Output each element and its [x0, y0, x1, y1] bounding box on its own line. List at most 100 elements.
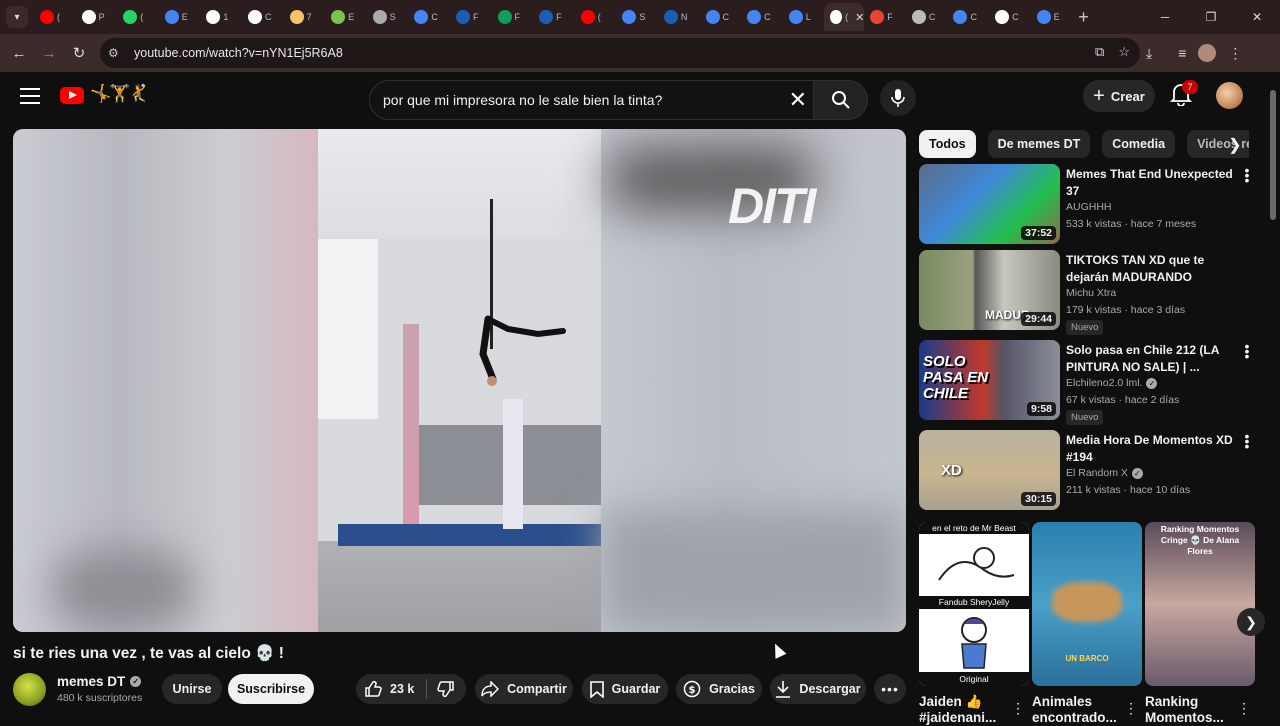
chip-todos[interactable]: Todos: [919, 130, 976, 158]
scrollbar-thumb[interactable]: [1270, 90, 1276, 220]
recommendation-channel[interactable]: AUGHHH: [1066, 201, 1112, 213]
more-vert-icon[interactable]: • • •: [1242, 429, 1252, 453]
recommendation-channel-text[interactable]: El Random X: [1066, 467, 1128, 479]
browser-menu-icon[interactable]: ⋮: [1228, 45, 1242, 62]
video-player[interactable]: DITI: [13, 129, 906, 632]
create-button[interactable]: + Crear: [1083, 80, 1155, 112]
recommendation-channel-text[interactable]: AUGHHH: [1066, 201, 1112, 213]
browser-tab[interactable]: C: [408, 3, 450, 31]
browser-tab[interactable]: F: [492, 3, 534, 31]
address-bar[interactable]: ⚙ youtube.com/watch?v=nYN1Ej5R6A8 ⧉ ☆: [100, 38, 1140, 68]
recommendation-channel[interactable]: Michu Xtra: [1066, 287, 1116, 299]
browser-tab[interactable]: S: [367, 3, 409, 31]
search-input[interactable]: por que mi impresora no le sale bien la …: [369, 80, 814, 120]
browser-tab[interactable]: E: [159, 3, 201, 31]
back-icon[interactable]: ←: [4, 38, 34, 68]
clear-search-icon[interactable]: ✕: [789, 89, 807, 111]
notifications-button[interactable]: 7: [1169, 80, 1198, 108]
short-title[interactable]: Ranking Momentos...: [1145, 694, 1235, 726]
short-thumbnail[interactable]: UN BARCO: [1032, 522, 1142, 686]
browser-tab[interactable]: C: [700, 3, 742, 31]
recommendation-item[interactable]: XD 30:15 Media Hora De Momentos XD #194 …: [919, 429, 1264, 510]
browser-tab[interactable]: F: [533, 3, 575, 31]
browser-tab[interactable]: 1: [200, 3, 242, 31]
site-info-icon[interactable]: ⚙: [108, 46, 130, 60]
search-query-text[interactable]: por que mi impresora no le sale bien la …: [383, 92, 662, 108]
url-text[interactable]: youtube.com/watch?v=nYN1Ej5R6A8: [134, 46, 343, 60]
account-avatar[interactable]: [1216, 82, 1243, 109]
chevron-right-icon[interactable]: ❯: [1237, 608, 1265, 636]
browser-tab[interactable]: 7: [284, 3, 326, 31]
chip-de-memes-dt[interactable]: De memes DT: [987, 130, 1091, 158]
minimize-icon[interactable]: ─: [1142, 0, 1188, 34]
browser-tab[interactable]: (: [117, 3, 159, 31]
browser-tab[interactable]: C: [741, 3, 783, 31]
more-vert-icon[interactable]: ⋮: [1011, 700, 1025, 717]
share-button[interactable]: Compartir: [475, 674, 573, 704]
recommendation-channel-text[interactable]: Elchileno2.0 lml.: [1066, 377, 1142, 389]
short-thumbnail[interactable]: Ranking Momentos Cringe 💀 De Alana Flore…: [1145, 522, 1255, 686]
menu-icon[interactable]: [20, 88, 40, 104]
video-thumbnail[interactable]: XD 30:15: [919, 430, 1060, 510]
short-thumbnail[interactable]: en el reto de Mr Beast Fandub SheryJelly…: [919, 522, 1029, 686]
recommendation-channel[interactable]: Elchileno2.0 lml. ✓: [1066, 377, 1158, 389]
browser-tab[interactable]: S: [616, 3, 658, 31]
browser-tab[interactable]: P: [76, 3, 118, 31]
recommendation-title[interactable]: Memes That End Unexpected 37: [1066, 166, 1241, 199]
forward-icon[interactable]: →: [34, 38, 64, 68]
recommendation-item[interactable]: SOLO PASA EN CHILE 9:58 Solo pasa en Chi…: [919, 339, 1264, 425]
video-thumbnail[interactable]: 37:52: [919, 164, 1060, 244]
recommendation-title[interactable]: Media Hora De Momentos XD #194: [1066, 432, 1241, 465]
tab-search-button[interactable]: ▾: [6, 6, 28, 28]
chip-comedia[interactable]: Comedia: [1102, 130, 1176, 158]
search-button[interactable]: [814, 80, 868, 120]
join-button[interactable]: Unirse: [162, 674, 222, 704]
browser-tab[interactable]: E: [325, 3, 367, 31]
browser-profile-avatar[interactable]: [1198, 44, 1217, 62]
more-vert-icon[interactable]: ⋮: [1124, 700, 1138, 717]
browser-tab[interactable]: C: [989, 3, 1031, 31]
more-vert-icon[interactable]: • • •: [1242, 339, 1252, 363]
reload-icon[interactable]: ↻: [64, 38, 94, 68]
save-button[interactable]: Guardar: [582, 674, 668, 704]
browser-tab[interactable]: L: [783, 3, 825, 31]
channel-name[interactable]: memes DT ✓: [57, 674, 142, 689]
browser-tab[interactable]: E: [1031, 3, 1073, 31]
tab-active[interactable]: (✕: [824, 3, 865, 31]
new-tab-button[interactable]: +: [1078, 7, 1089, 28]
browser-tab[interactable]: C: [947, 3, 989, 31]
short-title[interactable]: Jaiden 👍 #jaidenani...: [919, 694, 1009, 726]
recommendation-channel[interactable]: El Random X ✓: [1066, 467, 1143, 479]
install-app-icon[interactable]: ⧉: [1095, 44, 1104, 60]
browser-tab[interactable]: C: [906, 3, 948, 31]
recommendation-item[interactable]: MADUR 29:44 TIKTOKS TAN XD que te dejará…: [919, 250, 1264, 335]
short-title[interactable]: Animales encontrado...: [1032, 694, 1122, 726]
like-button[interactable]: 23 k: [356, 680, 426, 698]
voice-search-button[interactable]: [880, 80, 916, 116]
thanks-button[interactable]: $ Gracias: [676, 674, 762, 704]
channel-name-text[interactable]: memes DT: [57, 674, 125, 689]
channel-avatar[interactable]: [13, 673, 46, 706]
browser-tab[interactable]: N: [658, 3, 700, 31]
recommendation-title[interactable]: Solo pasa en Chile 212 (LA PINTURA NO SA…: [1066, 342, 1241, 375]
recommendation-item[interactable]: 37:52 Memes That End Unexpected 37 AUGHH…: [919, 163, 1264, 244]
more-vert-icon[interactable]: ⋮: [1237, 700, 1251, 717]
chevron-right-icon[interactable]: ❯: [1224, 133, 1246, 157]
maximize-icon[interactable]: ❐: [1188, 0, 1234, 34]
recommendation-title[interactable]: TIKTOKS TAN XD que te dejarán MADURANDO: [1066, 252, 1241, 285]
bookmark-star-icon[interactable]: ☆: [1118, 44, 1130, 60]
dislike-button[interactable]: [427, 680, 465, 698]
browser-tab[interactable]: F: [864, 3, 906, 31]
media-controls-icon[interactable]: ≡: [1178, 45, 1186, 61]
close-window-icon[interactable]: ✕: [1234, 0, 1280, 34]
more-vert-icon[interactable]: • • •: [1242, 163, 1252, 187]
close-tab-icon[interactable]: ✕: [855, 11, 864, 24]
subscribe-button[interactable]: Suscribirse: [228, 674, 314, 704]
recommendation-channel-text[interactable]: Michu Xtra: [1066, 287, 1116, 299]
browser-tab[interactable]: (: [34, 3, 76, 31]
video-thumbnail[interactable]: SOLO PASA EN CHILE 9:58: [919, 340, 1060, 420]
browser-tab[interactable]: C: [242, 3, 284, 31]
downloads-icon[interactable]: ⤓: [1146, 45, 1152, 62]
page-scrollbar[interactable]: [1269, 80, 1277, 720]
download-button[interactable]: Descargar: [770, 674, 866, 704]
